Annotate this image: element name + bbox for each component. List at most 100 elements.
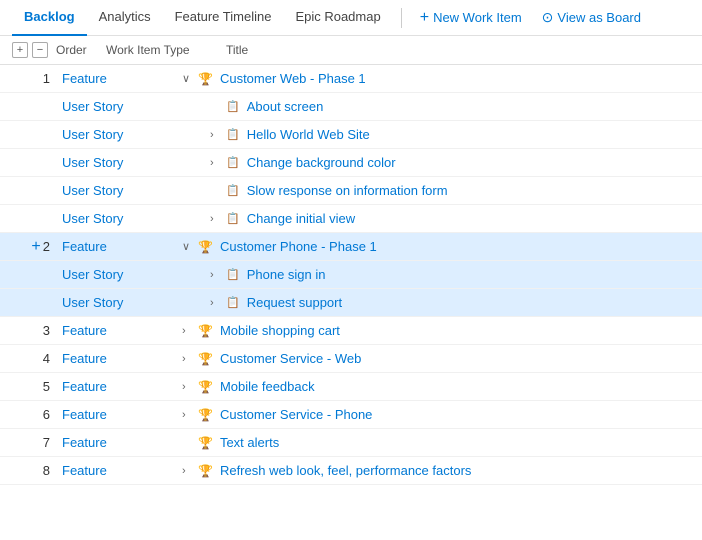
order-number: 1 (43, 71, 50, 86)
add-child-button[interactable]: + (31, 238, 40, 255)
row-order: 1 (12, 71, 62, 86)
row-work-item-type: Feature (62, 463, 182, 478)
chevron-icon[interactable]: › (182, 409, 194, 421)
table-row: 5 Feature› 🏆 Mobile feedback (0, 373, 702, 401)
table-row: User Story › 📋 Hello World Web Site (0, 121, 702, 149)
view-as-board-button[interactable]: ⊙ View as Board (532, 5, 651, 30)
chevron-icon[interactable]: › (182, 465, 194, 477)
table-row: 8Feature›🏆Refresh web look, feel, perfor… (0, 457, 702, 485)
row-work-item-type: Feature (62, 435, 182, 450)
chevron-icon[interactable]: › (210, 129, 222, 141)
trophy-icon: 🏆 (198, 352, 213, 366)
row-work-item-type: Feature (62, 379, 182, 394)
title-link[interactable]: Refresh web look, feel, performance fact… (220, 463, 471, 478)
order-number: 3 (43, 323, 50, 338)
row-work-item-type: Feature (62, 351, 182, 366)
expand-all-button[interactable]: + (12, 42, 28, 58)
title-link[interactable]: Change initial view (247, 211, 355, 226)
order-number: 6 (43, 407, 50, 422)
chevron-icon[interactable]: ∨ (182, 72, 194, 85)
row-title-cell: › 🏆 Customer Service - Phone (182, 407, 690, 422)
nav-item-epic-roadmap[interactable]: Epic Roadmap (283, 0, 392, 36)
collapse-all-button[interactable]: − (32, 42, 48, 58)
table-row: +2Feature∨🏆Customer Phone - Phase 1 (0, 233, 702, 261)
expand-controls: + − (12, 42, 48, 58)
chevron-icon[interactable]: › (210, 269, 222, 281)
title-link[interactable]: Customer Service - Phone (220, 407, 372, 422)
table-row: 3Feature›🏆Mobile shopping cart (0, 317, 702, 345)
chevron-icon[interactable]: › (182, 381, 194, 393)
table-row: User Story›📋Request support (0, 289, 702, 317)
order-number: 8 (43, 463, 50, 478)
table-body: 1Feature∨🏆Customer Web - Phase 1User Sto… (0, 65, 702, 485)
chevron-icon[interactable]: › (210, 213, 222, 225)
row-title-cell: › 📋 Phone sign in (182, 267, 690, 282)
table-row: 6Feature›🏆Customer Service - Phone (0, 401, 702, 429)
title-link[interactable]: Customer Service - Web (220, 351, 361, 366)
row-title-cell: 🏆Text alerts (182, 435, 690, 450)
board-icon: ⊙ (542, 9, 554, 26)
table-row: User Story›📋Change background color (0, 149, 702, 177)
plus-icon: + (420, 9, 429, 27)
title-link[interactable]: Hello World Web Site (247, 127, 370, 142)
row-order: 7 (12, 435, 62, 450)
table-row: 7 Feature🏆Text alerts (0, 429, 702, 457)
table-row: User Story›📋Phone sign in (0, 261, 702, 289)
trophy-icon: 🏆 (198, 324, 213, 338)
row-work-item-type: Feature (62, 239, 182, 254)
row-title-cell: ∨ 🏆 Customer Web - Phase 1 (182, 71, 690, 86)
table-header: + − Order Work Item Type Title (0, 36, 702, 65)
chevron-icon[interactable]: ∨ (182, 240, 194, 253)
order-number: 7 (43, 435, 50, 450)
title-link[interactable]: Phone sign in (247, 267, 326, 282)
chevron-icon[interactable]: › (210, 157, 222, 169)
book-icon: 📋 (226, 212, 240, 225)
trophy-icon: 🏆 (198, 240, 213, 254)
row-work-item-type: User Story (62, 183, 182, 198)
row-title-cell: 📋 About screen (182, 99, 690, 114)
book-icon: 📋 (226, 268, 240, 281)
nav-divider (401, 8, 402, 28)
row-title-cell: 📋 Slow response on information form (182, 183, 690, 198)
book-icon: 📋 (226, 156, 240, 169)
row-title-cell: › 🏆 Mobile shopping cart (182, 323, 690, 338)
row-title-cell: › 📋 Change background color (182, 155, 690, 170)
chevron-icon[interactable]: › (182, 353, 194, 365)
book-icon: 📋 (226, 100, 240, 113)
title-link[interactable]: Request support (247, 295, 342, 310)
chevron-icon[interactable]: › (182, 325, 194, 337)
title-link[interactable]: Customer Phone - Phase 1 (220, 239, 377, 254)
nav-item-feature-timeline[interactable]: Feature Timeline (163, 0, 284, 36)
row-order: 8 (12, 463, 62, 478)
row-title-cell: › 🏆 Mobile feedback (182, 379, 690, 394)
row-work-item-type: User Story (62, 99, 182, 114)
trophy-icon: 🏆 (198, 408, 213, 422)
book-icon: 📋 (226, 296, 240, 309)
row-work-item-type: User Story (62, 211, 182, 226)
title-link[interactable]: Change background color (247, 155, 396, 170)
chevron-icon[interactable]: › (210, 297, 222, 309)
nav-item-backlog[interactable]: Backlog (12, 0, 87, 36)
view-as-board-label: View as Board (557, 10, 641, 25)
row-work-item-type: User Story (62, 127, 182, 142)
order-number: 5 (43, 379, 50, 394)
column-header-type: Work Item Type (106, 43, 226, 57)
table-row: 1Feature∨🏆Customer Web - Phase 1 (0, 65, 702, 93)
row-title-cell: › 📋 Hello World Web Site (182, 127, 690, 142)
table-row: User Story 📋 Slow response on information … (0, 177, 702, 205)
title-link[interactable]: Text alerts (220, 435, 279, 450)
table-row: 4Feature›🏆Customer Service - Web (0, 345, 702, 373)
title-link[interactable]: Mobile shopping cart (220, 323, 340, 338)
book-icon: 📋 (226, 128, 240, 141)
trophy-icon: 🏆 (198, 72, 213, 86)
new-work-item-button[interactable]: + New Work Item (410, 5, 532, 31)
trophy-icon: 🏆 (198, 380, 213, 394)
nav-item-analytics[interactable]: Analytics (87, 0, 163, 36)
title-link[interactable]: Slow response on information form (247, 183, 448, 198)
title-link[interactable]: Customer Web - Phase 1 (220, 71, 366, 86)
title-link[interactable]: About screen (247, 99, 324, 114)
column-header-title: Title (226, 43, 690, 57)
row-title-cell: › 📋 Request support (182, 295, 690, 310)
title-link[interactable]: Mobile feedback (220, 379, 315, 394)
book-icon: 📋 (226, 184, 240, 197)
